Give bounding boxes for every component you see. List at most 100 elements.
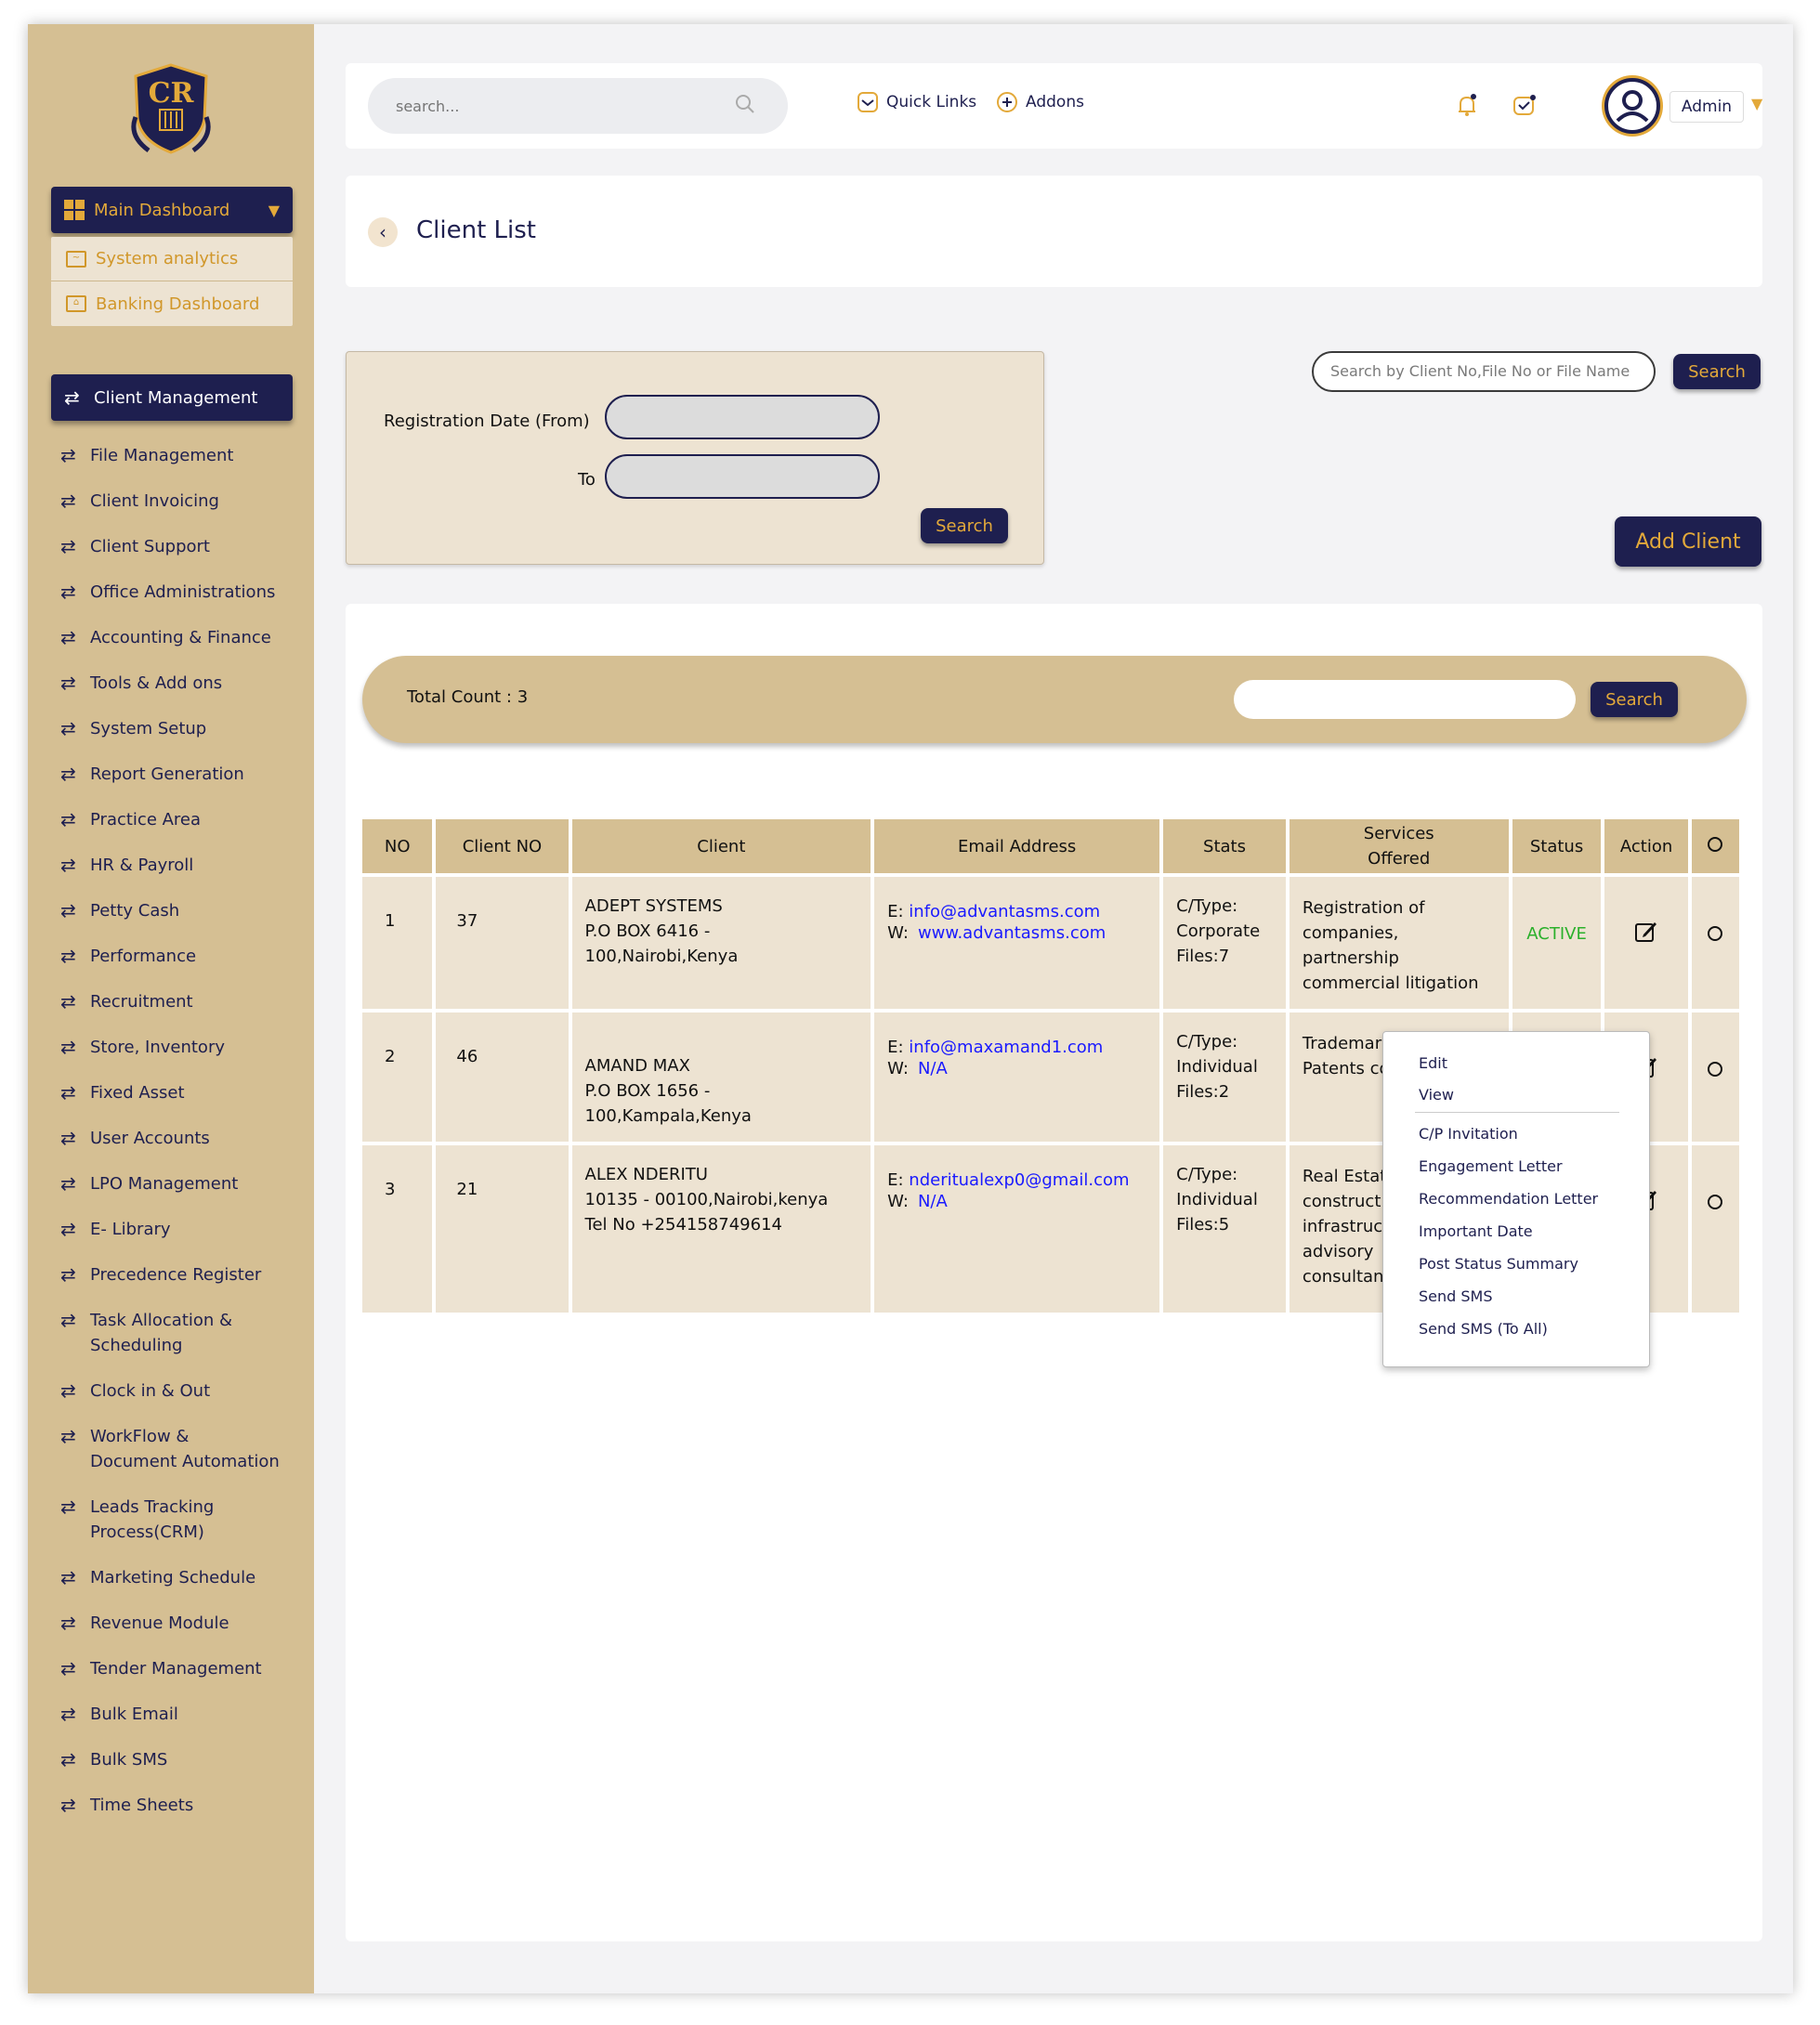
back-button[interactable]: ‹ [368, 217, 398, 247]
sidebar-item[interactable]: ⇄ Fixed Asset [60, 1070, 311, 1116]
user-name: Admin [1681, 98, 1733, 116]
from-date-input[interactable] [605, 395, 880, 439]
radio-button[interactable] [1708, 1195, 1723, 1209]
sidebar-item-label-line: Accounting & Finance [90, 628, 271, 647]
top-search-input[interactable] [368, 78, 788, 134]
sidebar-item-label: User Accounts [90, 1126, 210, 1151]
sidebar-item[interactable]: ⇄ Revenue Module [60, 1600, 311, 1646]
sidebar-item[interactable]: ⇄ Bulk Email [60, 1692, 311, 1737]
sidebar-item[interactable]: ⇄ Time Sheets [60, 1783, 311, 1828]
sidebar-item[interactable]: ⇄ Recruitment [60, 979, 311, 1025]
caret-down-icon[interactable]: ▼ [1751, 95, 1762, 112]
client-search-input[interactable]: Search by Client No,File No or File Name [1312, 351, 1656, 392]
sidebar-item[interactable]: ⇄ System Setup [60, 706, 311, 751]
menu-item-edit[interactable]: Edit [1419, 1054, 1447, 1072]
sidebar-item[interactable]: ⇄ Petty Cash [60, 888, 311, 934]
menu-item[interactable]: Recommendation Letter [1419, 1190, 1598, 1208]
sidebar-item[interactable]: ⇄ LPO Management [60, 1161, 311, 1207]
cell-select[interactable] [1691, 1145, 1739, 1313]
sidebar-item[interactable]: ⇄ Accounting & Finance [60, 615, 311, 660]
sidebar-item[interactable]: ⇄ Report Generation [60, 751, 311, 797]
sidebar-item[interactable]: ⇄ Marketing Schedule [60, 1555, 311, 1600]
sidebar-item[interactable]: ⇄ E- Library [60, 1207, 311, 1252]
add-client-button[interactable]: Add Client [1615, 516, 1761, 567]
switch-arrows-icon: ⇄ [60, 1496, 76, 1518]
sidebar-item-label: HR & Payroll [90, 853, 193, 878]
sidebar-item-label: Bulk Email [90, 1702, 178, 1727]
radio-button[interactable] [1708, 1062, 1723, 1077]
sidebar-item[interactable]: ⇄ Tools & Add ons [60, 660, 311, 706]
switch-arrows-icon: ⇄ [60, 1566, 76, 1588]
email-link[interactable]: info@maxamand1.com [904, 1038, 1103, 1057]
sidebar-item-client-management[interactable]: ⇄ Client Management [51, 374, 293, 421]
menu-item[interactable]: Send SMS [1419, 1287, 1493, 1305]
cell-select[interactable] [1691, 1012, 1739, 1142]
select-all-cell[interactable] [1691, 819, 1739, 873]
sidebar-item-banking-dashboard[interactable]: ⌂ Banking Dashboard [51, 281, 293, 326]
cell-client-no: 46 [436, 1012, 569, 1142]
sidebar-item[interactable]: ⇄ User Accounts [60, 1116, 311, 1161]
avatar[interactable] [1604, 78, 1660, 134]
addons-button[interactable]: Addons [996, 91, 1084, 113]
menu-item[interactable]: Post Status Summary [1419, 1255, 1578, 1273]
cell-stats: C/Type: Individual Files:5 [1163, 1145, 1286, 1313]
menu-item[interactable]: C/P Invitation [1419, 1125, 1518, 1143]
message-icon[interactable] [1511, 91, 1538, 119]
sidebar-nav-list: ⇄ File Management ⇄ Client Invoicing ⇄ Client… [60, 433, 311, 1828]
sidebar-item-label-line: Leads Tracking [90, 1497, 215, 1517]
email-link[interactable]: nderitualexp0@gmail.com [904, 1170, 1129, 1190]
client-line: 100,Kampala,Kenya [584, 1106, 752, 1126]
client-search-button[interactable]: Search [1673, 354, 1761, 389]
quick-links-button[interactable]: Quick Links [857, 91, 976, 113]
sidebar-item-label-line: Office Administrations [90, 582, 276, 602]
sidebar-item[interactable]: ⇄ Client Invoicing [60, 478, 311, 524]
date-search-button[interactable]: Search [921, 508, 1008, 543]
sidebar-item[interactable]: ⇄ Task Allocation & Scheduling [60, 1298, 311, 1368]
sidebar-item[interactable]: ⇄ Practice Area [60, 797, 311, 843]
radio-button[interactable] [1708, 836, 1723, 852]
user-icon [1616, 90, 1649, 123]
web-link[interactable]: N/A [918, 1192, 948, 1211]
sidebar-item-label-line: Fixed Asset [90, 1083, 185, 1103]
search-icon[interactable] [734, 93, 756, 115]
list-search-button[interactable]: Search [1591, 682, 1678, 717]
sidebar-item[interactable]: ⇄ Precedence Register [60, 1252, 311, 1298]
sidebar-item-label-line: HR & Payroll [90, 856, 194, 875]
user-menu[interactable]: Admin [1669, 91, 1744, 123]
sidebar-item[interactable]: ⇄ Clock in & Out [60, 1368, 311, 1414]
switch-arrows-icon: ⇄ [60, 1127, 76, 1149]
email-link[interactable]: info@advantasms.com [904, 902, 1100, 921]
sidebar-item[interactable]: ⇄ Performance [60, 934, 311, 979]
to-date-input[interactable] [605, 454, 880, 499]
switch-arrows-icon: ⇄ [60, 626, 76, 648]
sidebar-item[interactable]: ⇄ Leads Tracking Process(CRM) [60, 1484, 311, 1555]
sidebar-item[interactable]: ⇄ Bulk SMS [60, 1737, 311, 1783]
sidebar-item[interactable]: ⇄ File Management [60, 433, 311, 478]
main-dashboard-button[interactable]: Main Dashboard ▼ [51, 187, 293, 233]
switch-arrows-icon: ⇄ [60, 1081, 76, 1104]
radio-button[interactable] [1708, 926, 1723, 941]
sidebar-item-system-analytics[interactable]: ~ System analytics [51, 237, 293, 281]
edit-icon[interactable] [1634, 920, 1658, 944]
sidebar-item-label: Marketing Schedule [90, 1565, 255, 1590]
sidebar-item-label-line: Process(CRM) [90, 1522, 204, 1542]
sidebar-item-label-line: Bulk Email [90, 1705, 178, 1724]
sidebar-item[interactable]: ⇄ Tender Management [60, 1646, 311, 1692]
menu-item[interactable]: Send SMS (To All) [1419, 1320, 1548, 1338]
list-search-input[interactable] [1234, 680, 1576, 719]
sidebar-item[interactable]: ⇄ Client Support [60, 524, 311, 569]
header-text: Status [1529, 836, 1584, 856]
web-link[interactable]: www.advantasms.com [918, 923, 1106, 943]
bell-icon[interactable] [1453, 91, 1481, 119]
sidebar-item[interactable]: ⇄ WorkFlow & Document Automation [60, 1414, 311, 1484]
web-link[interactable]: N/A [918, 1059, 948, 1078]
menu-item[interactable]: Engagement Letter [1419, 1157, 1563, 1175]
sidebar-item[interactable]: ⇄ Store, Inventory [60, 1025, 311, 1070]
from-date-label: Registration Date (From) [384, 412, 590, 431]
cell-select[interactable] [1691, 877, 1739, 1009]
menu-item[interactable]: Important Date [1419, 1222, 1533, 1240]
sidebar-item[interactable]: ⇄ HR & Payroll [60, 843, 311, 888]
sidebar-item[interactable]: ⇄ Office Administrations [60, 569, 311, 615]
menu-item-view[interactable]: View [1419, 1086, 1454, 1104]
switch-arrows-icon: ⇄ [60, 808, 76, 830]
